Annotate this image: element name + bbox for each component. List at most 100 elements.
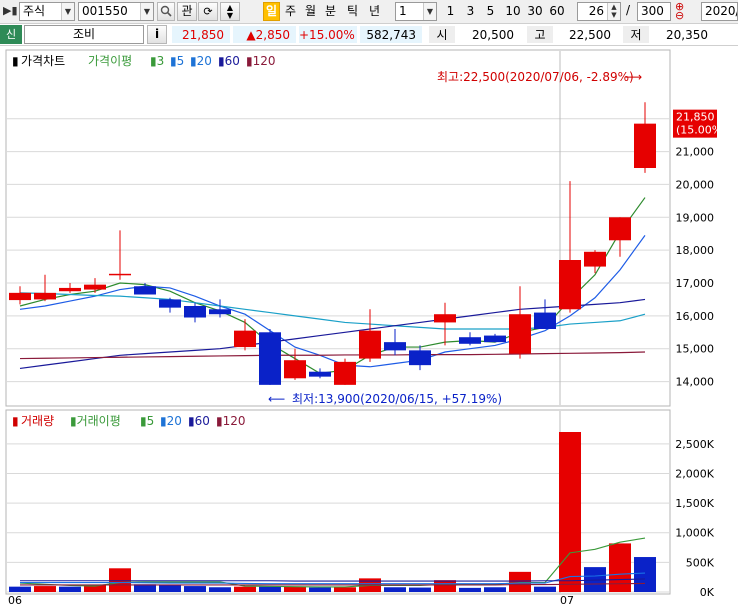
open-value: 20,500 <box>457 25 521 44</box>
open-label: 시 <box>428 25 456 44</box>
high-label: 고 <box>526 25 554 44</box>
low-value: 20,350 <box>651 25 715 44</box>
price-chart-title: 가격차트 <box>21 54 65 68</box>
price-tick-label: 14,000 <box>676 376 715 389</box>
count-value: 26 <box>588 4 604 18</box>
price-tag: 21,850 (15.00%) <box>673 109 727 138</box>
volume-legend-item: ▮60 <box>188 414 210 428</box>
period-month-button[interactable]: 월 <box>302 2 319 21</box>
market-select-value: 주식 <box>23 4 46 18</box>
current-price: 21,850 <box>171 25 231 44</box>
volume-bar <box>284 586 306 592</box>
date-input[interactable]: 2020/0 <box>701 2 738 21</box>
period-week-button[interactable]: 주 <box>282 2 299 21</box>
x-axis-label: 06 <box>8 594 22 606</box>
quick-interval-1[interactable]: 1 <box>443 2 458 21</box>
price-tick-label: 19,000 <box>676 211 715 224</box>
volume-bar <box>634 557 656 592</box>
volume-bar <box>459 587 481 592</box>
refresh-icon: ⟳ <box>203 5 213 18</box>
volume-tick-label: 1,500K <box>675 497 714 510</box>
low-annotation: 최저:13,900(2020/06/15, +57.19%) <box>292 392 502 406</box>
quick-interval-10[interactable]: 10 <box>503 2 523 21</box>
x-axis-label: 07 <box>560 594 574 606</box>
volume-bar <box>409 587 431 592</box>
volume-bar <box>609 543 631 592</box>
volume-bar <box>259 586 281 592</box>
candle-body <box>84 284 106 290</box>
low-arrow-icon: ⟵ <box>268 392 285 406</box>
candle-body <box>9 292 31 301</box>
updown-icon: ▲ ▼ <box>226 3 234 20</box>
candle-body <box>284 360 306 379</box>
updown-button[interactable]: ▲ ▼ <box>220 2 240 21</box>
gwan-button[interactable]: 관 <box>177 2 197 21</box>
stock-chart[interactable]: 22,00021,00020,00019,00018,00017,00016,0… <box>0 46 738 606</box>
period-year-button[interactable]: 년 <box>366 2 383 21</box>
candle-body <box>334 361 356 385</box>
price-tick-label: 21,000 <box>676 146 715 159</box>
interval-select[interactable]: 1 ▼ <box>395 2 437 21</box>
toolbar: ▶▮ 주식 ▼ 001550 ▼ 관 ⟳ ▲ ▼ 일 주 월 분 틱 년 1 ▼ … <box>0 0 738 24</box>
market-select[interactable]: 주식 ▼ <box>19 2 75 21</box>
volume-chart-title: 거래량 <box>21 414 54 428</box>
search-button[interactable] <box>157 2 175 21</box>
candle-body <box>59 287 81 292</box>
period-minute-button[interactable]: 분 <box>322 2 339 21</box>
candle-body <box>184 306 206 318</box>
candle-body <box>459 337 481 344</box>
change-percent: +15.00% <box>298 25 358 44</box>
volume-legend-item: ▮20 <box>160 414 182 428</box>
candle-body <box>359 330 381 359</box>
period-tick-button[interactable]: 틱 <box>344 2 361 21</box>
candle-body <box>209 309 231 315</box>
candle-body <box>484 335 506 343</box>
quick-interval-30[interactable]: 30 <box>525 2 545 21</box>
volume-tick-label: 0K <box>700 586 715 599</box>
period-day-button[interactable]: 일 <box>263 2 280 21</box>
panel-arrow-icon[interactable]: ▶▮ <box>3 2 18 21</box>
candle-body <box>109 273 131 276</box>
candle-body <box>309 371 331 377</box>
volume-tick-label: 2,500K <box>675 438 714 451</box>
price-legend-marker: ▮ <box>12 54 19 68</box>
high-annotation: 최고:22,500(2020/07/06, -2.89%) <box>437 70 634 84</box>
candle-body <box>159 299 181 308</box>
volume-legend-item: ▮거래이평 <box>70 414 121 428</box>
volume-bar <box>209 587 231 592</box>
stock-code-value: 001550 <box>82 4 128 18</box>
volume-bar <box>434 580 456 592</box>
total-count-input[interactable]: 300 <box>637 2 671 21</box>
volume-bar <box>534 586 556 592</box>
quote-bar: 신 조비 i 21,850 ▲2,850 +15.00% 582,743 시 2… <box>0 24 738 46</box>
candle-body <box>559 260 581 310</box>
candle-body <box>134 286 156 295</box>
price-legend-item: ▮3 <box>150 54 164 68</box>
quick-interval-5[interactable]: 5 <box>483 2 498 21</box>
price-tick-label: 16,000 <box>676 310 715 323</box>
volume-bar <box>109 568 131 592</box>
count-spinner[interactable]: 26 ▲ ▼ <box>577 2 621 21</box>
volume-bar <box>309 587 331 592</box>
volume-legend-marker: ▮ <box>12 414 19 428</box>
volume-legend-item: ▮120 <box>216 414 246 428</box>
quick-interval-3[interactable]: 3 <box>463 2 478 21</box>
stock-name: 조비 <box>24 25 144 44</box>
quick-interval-60[interactable]: 60 <box>547 2 567 21</box>
volume-tick-label: 2,000K <box>675 467 714 480</box>
info-button[interactable]: i <box>147 25 167 44</box>
volume-bar <box>384 587 406 592</box>
date-value: 2020/0 <box>705 4 737 18</box>
refresh-button[interactable]: ⟳ <box>198 2 218 21</box>
price-legend-item: ▮120 <box>246 54 276 68</box>
high-value: 22,500 <box>555 25 618 44</box>
chevron-down-icon: ▼ <box>140 3 153 20</box>
count-separator: / <box>626 3 631 17</box>
stock-code-input[interactable]: 001550 ▼ <box>78 2 154 21</box>
settings-icon[interactable]: ⊕ ⊖ <box>675 1 689 21</box>
price-legend-item: ▮20 <box>190 54 212 68</box>
volume-legend-item: ▮5 <box>140 414 154 428</box>
price-tick-label: 18,000 <box>676 244 715 257</box>
volume-bar <box>334 587 356 592</box>
chevron-down-icon: ▼ <box>61 3 74 20</box>
